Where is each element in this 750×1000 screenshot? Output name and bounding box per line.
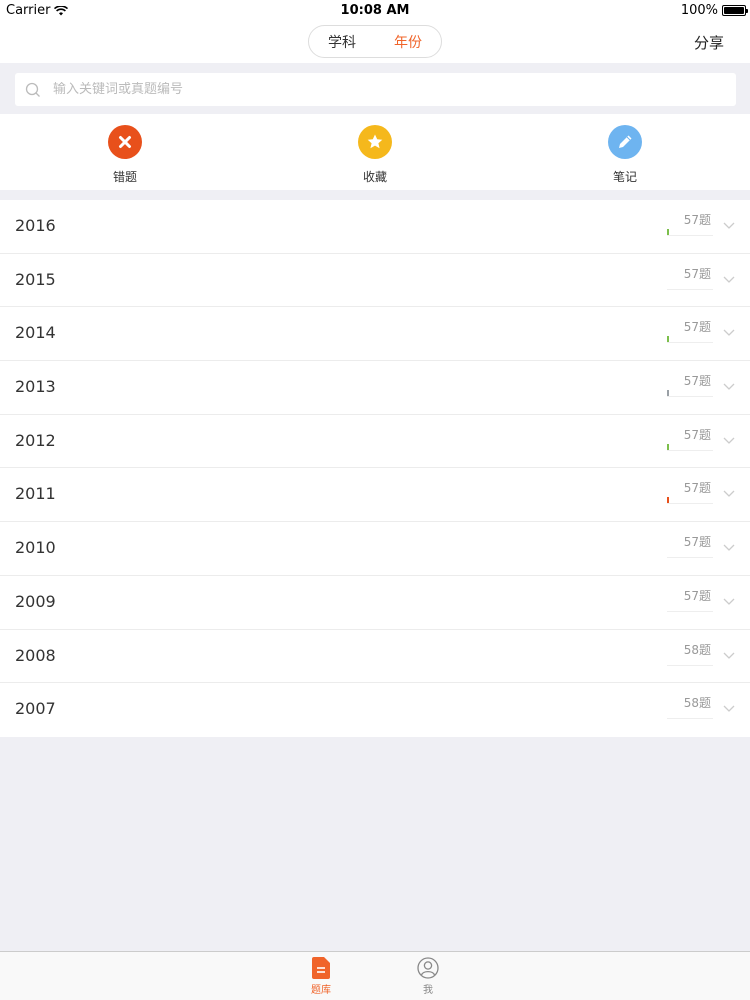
year-label: 2010 [15, 538, 56, 558]
question-count: 57题 [683, 588, 711, 603]
year-label: 2016 [15, 216, 56, 235]
quick-actions: 错题 收藏 笔记 [0, 114, 750, 190]
chevron-down-icon[interactable] [721, 217, 737, 233]
year-row[interactable]: 2012 57题 [0, 415, 750, 469]
quick-action-wrong-label: 错题 [112, 170, 137, 184]
year-label: 2007 [15, 699, 56, 719]
tab-question-bank-label: 题库 [311, 985, 331, 996]
document-icon [312, 957, 330, 979]
year-row[interactable]: 2008 58题 [0, 630, 750, 684]
search-area [0, 63, 750, 114]
tab-me-label: 我 [423, 985, 433, 996]
year-row[interactable]: 2007 58题 [0, 683, 750, 737]
year-row[interactable]: 2014 57题 [0, 307, 750, 362]
year-label: 2015 [15, 269, 56, 289]
progress-bar [667, 551, 713, 559]
quick-action-favorites-label: 收藏 [362, 170, 387, 184]
chevron-down-icon[interactable] [721, 593, 737, 609]
year-row[interactable]: 2016 57题 [0, 200, 750, 254]
search-box[interactable] [15, 73, 736, 106]
progress-bar [667, 283, 713, 290]
question-count: 58题 [683, 642, 711, 657]
question-count: 57题 [683, 320, 711, 335]
battery-status: 100% [680, 3, 748, 18]
search-icon [25, 82, 40, 97]
pencil-icon [619, 135, 632, 148]
progress-bar [667, 605, 713, 612]
progress-fill [667, 390, 669, 397]
share-button[interactable]: 分享 [694, 32, 724, 53]
favorites-icon [358, 125, 392, 159]
chevron-down-icon[interactable] [721, 485, 737, 501]
close-icon [119, 136, 131, 148]
progress-bar [667, 712, 713, 720]
quick-action-wrong[interactable]: 错题 [0, 114, 250, 190]
wrong-answers-icon [108, 125, 142, 159]
status-bar: Carrier 10:08 AM 100% [0, 0, 750, 22]
progress-bar [667, 659, 713, 666]
question-count: 57题 [683, 427, 711, 442]
year-label: 2008 [15, 645, 56, 665]
progress-bar [667, 497, 713, 505]
progress-fill [667, 443, 669, 450]
progress-bar [667, 229, 713, 236]
chevron-down-icon[interactable] [721, 700, 737, 716]
progress-bar [667, 443, 713, 451]
chevron-down-icon[interactable] [721, 324, 737, 340]
year-list: 2016 57题 2015 57题 2014 57题 2013 57题 2012 57题 2011 5… [0, 200, 750, 737]
quick-action-notes[interactable]: 笔记 [500, 114, 750, 190]
segment-subject[interactable]: 学科 [309, 32, 375, 52]
question-count: 57题 [683, 266, 711, 281]
search-input[interactable] [53, 82, 653, 97]
question-count: 57题 [683, 481, 711, 496]
progress-fill [667, 336, 669, 343]
progress-fill [667, 497, 669, 504]
year-label: 2011 [15, 484, 56, 504]
battery-icon [722, 5, 748, 16]
year-label: 2013 [15, 377, 56, 397]
chevron-down-icon[interactable] [721, 647, 737, 663]
chevron-down-icon[interactable] [721, 539, 737, 555]
year-label: 2012 [15, 430, 56, 450]
year-row[interactable]: 2009 57题 [0, 576, 750, 630]
quick-action-favorites[interactable]: 收藏 [250, 114, 500, 190]
tab-bar: 题库 我 [0, 951, 750, 1000]
year-row[interactable]: 2011 57题 [0, 468, 750, 523]
quick-action-notes-label: 笔记 [612, 170, 637, 184]
chevron-down-icon[interactable] [721, 271, 737, 287]
year-row[interactable]: 2013 57题 [0, 361, 750, 415]
tab-me[interactable]: 我 [398, 957, 458, 996]
year-row[interactable]: 2010 57题 [0, 522, 750, 576]
user-icon [417, 957, 439, 979]
progress-bar [667, 336, 713, 344]
question-count: 58题 [683, 696, 711, 711]
tab-question-bank[interactable]: 题库 [291, 957, 351, 996]
notes-icon [608, 125, 642, 159]
segment-year[interactable]: 年份 [375, 32, 441, 52]
battery-percent: 100% [680, 3, 718, 18]
question-count: 57题 [683, 374, 711, 389]
progress-bar [667, 390, 713, 398]
chevron-down-icon[interactable] [721, 378, 737, 394]
year-label: 2014 [15, 323, 56, 343]
star-icon [367, 134, 383, 149]
progress-fill [667, 229, 669, 235]
question-count: 57题 [683, 213, 711, 227]
chevron-down-icon[interactable] [721, 432, 737, 448]
year-label: 2009 [15, 591, 56, 611]
segmented-control: 学科 年份 [308, 25, 442, 58]
year-row[interactable]: 2015 57题 [0, 254, 750, 308]
question-count: 57题 [683, 535, 711, 550]
clock: 10:08 AM [340, 3, 410, 18]
nav-bar: 学科 年份 分享 [0, 22, 750, 63]
